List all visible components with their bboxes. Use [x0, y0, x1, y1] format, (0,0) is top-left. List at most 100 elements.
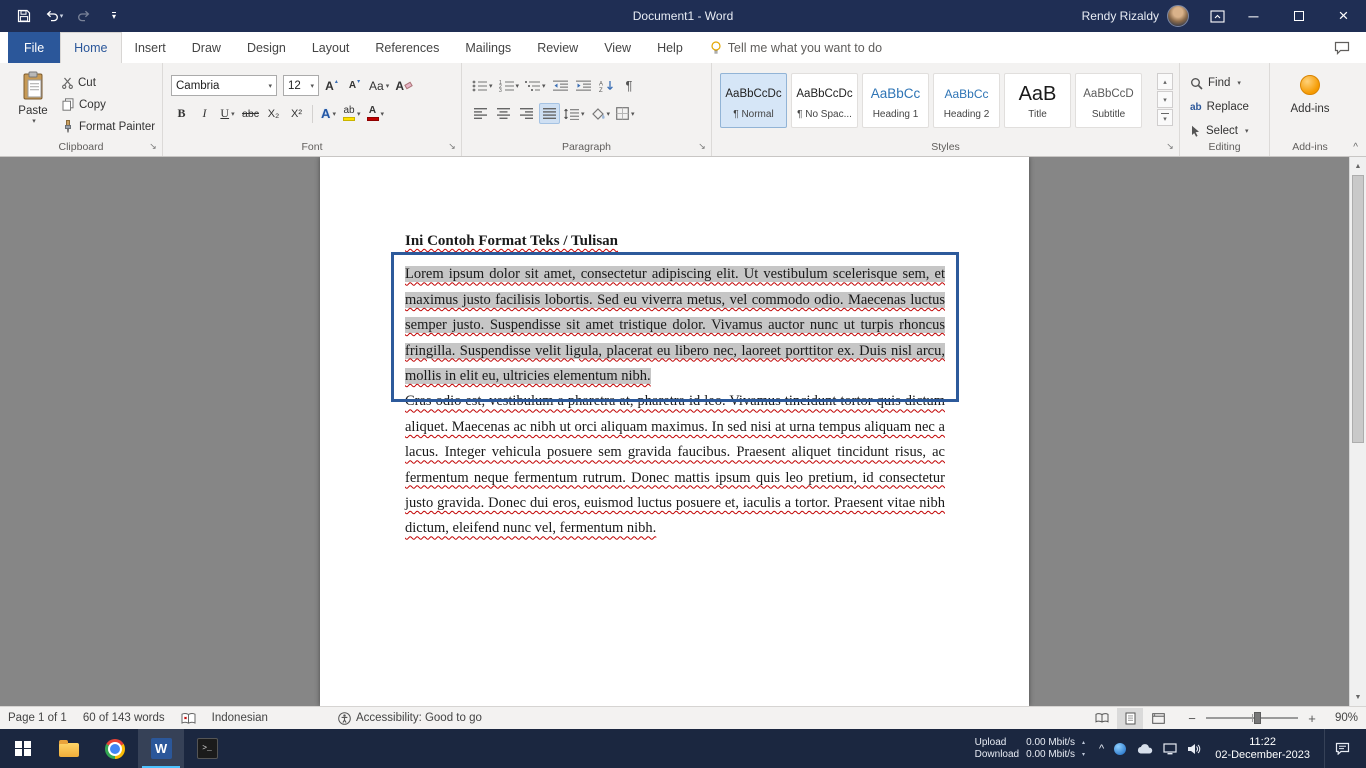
vertical-scrollbar[interactable]: ▲ ▼: [1349, 157, 1366, 706]
align-center-button[interactable]: [493, 103, 514, 124]
customize-qat-button[interactable]: ▾: [100, 2, 128, 30]
scrollbar-thumb[interactable]: [1352, 175, 1364, 443]
save-button[interactable]: [10, 2, 38, 30]
redo-button[interactable]: [70, 2, 98, 30]
tab-mailings[interactable]: Mailings: [452, 32, 524, 63]
grow-font-button[interactable]: A▴: [321, 75, 342, 96]
page-count[interactable]: Page 1 of 1: [8, 712, 67, 724]
style-no-spacing[interactable]: AaBbCcDc ¶ No Spac...: [791, 73, 858, 128]
taskbar-word[interactable]: W: [138, 729, 184, 768]
taskbar-chrome[interactable]: [92, 729, 138, 768]
style-normal[interactable]: AaBbCcDc ¶ Normal: [720, 73, 787, 128]
increase-indent-button[interactable]: [573, 75, 594, 96]
font-family-select[interactable]: Cambria ▾: [171, 75, 277, 96]
sort-button[interactable]: AZ: [596, 75, 617, 96]
web-layout-button[interactable]: [1145, 708, 1171, 729]
collapse-ribbon-button[interactable]: ^: [1353, 142, 1358, 153]
zoom-level[interactable]: 90%: [1326, 712, 1358, 724]
copy-button[interactable]: Copy: [62, 95, 155, 114]
read-mode-button[interactable]: [1089, 708, 1115, 729]
shading-button[interactable]: ▾: [589, 103, 613, 124]
clear-formatting-button[interactable]: A: [393, 75, 414, 96]
numbering-button[interactable]: 123 ▾: [497, 75, 522, 96]
style-title[interactable]: AaB Title: [1004, 73, 1071, 128]
borders-button[interactable]: ▾: [614, 103, 637, 124]
volume-icon[interactable]: [1187, 743, 1201, 755]
word-count[interactable]: 60 of 143 words: [83, 712, 165, 724]
bold-button[interactable]: B: [171, 103, 192, 124]
avatar[interactable]: [1167, 5, 1189, 27]
line-spacing-button[interactable]: ▾: [562, 103, 587, 124]
italic-button[interactable]: I: [194, 103, 215, 124]
text-effects-button[interactable]: A▾: [318, 103, 339, 124]
format-painter-button[interactable]: Format Painter: [62, 117, 155, 136]
network-speed-widget[interactable]: Upload 0.00 Mbit/s ▴ Download 0.00 Mbit/…: [975, 737, 1085, 760]
zoom-out-button[interactable]: −: [1185, 711, 1199, 726]
decrease-indent-button[interactable]: [550, 75, 571, 96]
tab-references[interactable]: References: [362, 32, 452, 63]
tab-view[interactable]: View: [591, 32, 644, 63]
minimize-button[interactable]: ─: [1231, 0, 1276, 32]
cut-button[interactable]: Cut: [62, 73, 155, 92]
bullets-button[interactable]: ▾: [470, 75, 495, 96]
tab-help[interactable]: Help: [644, 32, 696, 63]
font-color-button[interactable]: A ▾: [365, 103, 387, 124]
find-button[interactable]: Find ▾: [1190, 73, 1241, 93]
align-left-button[interactable]: [470, 103, 491, 124]
align-right-button[interactable]: [516, 103, 537, 124]
taskbar-file-explorer[interactable]: [46, 729, 92, 768]
clock[interactable]: 11:22 02-December-2023: [1215, 736, 1310, 762]
maximize-button[interactable]: [1276, 0, 1321, 32]
tab-file[interactable]: File: [8, 32, 60, 63]
selected-text[interactable]: Lorem ipsum dolor sit amet, consectetur …: [405, 266, 945, 384]
action-center-button[interactable]: [1324, 729, 1360, 768]
multilevel-list-button[interactable]: ▾: [523, 75, 548, 96]
comment-button[interactable]: [1334, 32, 1350, 63]
superscript-button[interactable]: X²: [286, 103, 307, 124]
font-dialog-launcher[interactable]: ↘: [446, 140, 458, 152]
underline-button[interactable]: U▾: [217, 103, 238, 124]
paragraph-2[interactable]: Cras odio est, vestibulum a pharetra at,…: [405, 389, 945, 541]
zoom-slider[interactable]: [1206, 717, 1298, 719]
tab-design[interactable]: Design: [234, 32, 299, 63]
tab-layout[interactable]: Layout: [299, 32, 363, 63]
styles-more-button[interactable]: ▾: [1157, 109, 1173, 126]
styles-scroll-up-button[interactable]: ▴: [1157, 73, 1173, 90]
text-highlight-color-button[interactable]: ab ▾: [341, 103, 363, 124]
styles-dialog-launcher[interactable]: ↘: [1164, 140, 1176, 152]
start-button[interactable]: [0, 729, 46, 768]
shrink-font-button[interactable]: A▾: [344, 75, 365, 96]
ribbon-display-options-button[interactable]: [1203, 2, 1231, 30]
paragraph-selected[interactable]: Lorem ipsum dolor sit amet, consectetur …: [405, 262, 945, 389]
style-subtitle[interactable]: AaBbCcD Subtitle: [1075, 73, 1142, 128]
onedrive-icon[interactable]: [1136, 743, 1153, 755]
print-layout-button[interactable]: [1117, 708, 1143, 729]
tab-review[interactable]: Review: [524, 32, 591, 63]
replace-button[interactable]: ab Replace: [1190, 97, 1249, 117]
style-heading-2[interactable]: AaBbCc Heading 2: [933, 73, 1000, 128]
change-case-button[interactable]: Aa▾: [367, 75, 391, 96]
page[interactable]: Ini Contoh Format Teks / Tulisan Lorem i…: [320, 157, 1029, 706]
tab-home[interactable]: Home: [60, 32, 121, 63]
font-size-select[interactable]: 12 ▾: [283, 75, 319, 96]
scroll-up-button[interactable]: ▲: [1350, 158, 1366, 174]
accessibility-status[interactable]: Accessibility: Good to go: [338, 712, 482, 725]
strikethrough-button[interactable]: abc: [240, 103, 261, 124]
justify-button[interactable]: [539, 103, 560, 124]
taskbar-terminal[interactable]: >_: [184, 729, 230, 768]
tab-insert[interactable]: Insert: [122, 32, 179, 63]
undo-button[interactable]: ▾: [40, 2, 68, 30]
paragraph-dialog-launcher[interactable]: ↘: [696, 140, 708, 152]
add-ins-button[interactable]: Add-ins: [1270, 75, 1350, 115]
network-icon[interactable]: [1163, 743, 1177, 755]
paste-button[interactable]: Paste ▾: [8, 71, 58, 137]
close-button[interactable]: ×: [1321, 0, 1366, 32]
tray-app-icon[interactable]: [1114, 743, 1126, 755]
clipboard-dialog-launcher[interactable]: ↘: [147, 140, 159, 152]
select-button[interactable]: Select ▾: [1190, 121, 1248, 141]
style-heading-1[interactable]: AaBbCc Heading 1: [862, 73, 929, 128]
zoom-in-button[interactable]: +: [1305, 711, 1319, 726]
subscript-button[interactable]: X₂: [263, 103, 284, 124]
tab-draw[interactable]: Draw: [179, 32, 234, 63]
show-formatting-marks-button[interactable]: ¶: [619, 75, 640, 96]
